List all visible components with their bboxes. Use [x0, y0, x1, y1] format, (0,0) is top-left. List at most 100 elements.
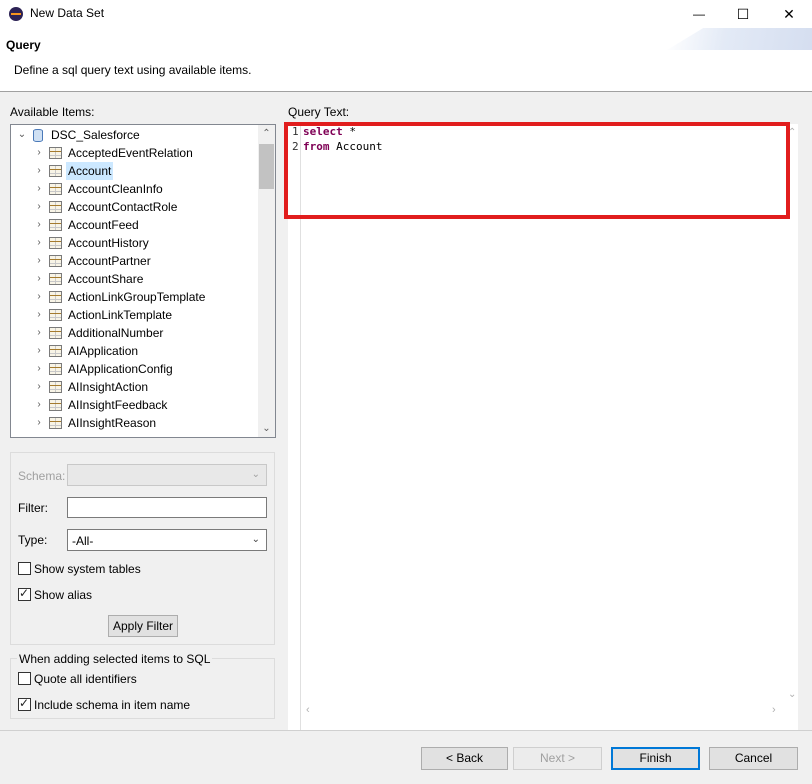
cancel-button[interactable]: Cancel	[709, 747, 798, 770]
quote-identifiers-label: Quote all identifiers	[34, 672, 137, 686]
chevron-right-icon[interactable]: ›	[34, 162, 44, 180]
include-schema-checkbox[interactable]	[18, 696, 31, 711]
tree-item-label: AIInsightFeedback	[68, 398, 168, 412]
tree-item[interactable]: › AIApplication	[11, 342, 259, 360]
tree-item-label: AccountPartner	[68, 254, 151, 268]
show-system-tables-label: Show system tables	[34, 562, 141, 576]
table-icon	[49, 345, 62, 357]
tree-item[interactable]: › AccountFeed	[11, 216, 259, 234]
chevron-right-icon[interactable]: ›	[34, 306, 44, 324]
sql-options-title: When adding selected items to SQL	[17, 652, 213, 666]
tree-item-label: AdditionalNumber	[68, 326, 164, 340]
query-text-label: Query Text:	[288, 105, 350, 119]
chevron-down-icon: ⌄	[251, 469, 260, 480]
header-banner-graphic	[667, 28, 812, 50]
chevron-right-icon[interactable]: ›	[34, 234, 44, 252]
eclipse-app-icon	[9, 7, 23, 21]
tree-item-label: AIInsightReason	[68, 416, 157, 430]
table-icon	[49, 309, 62, 321]
tree-item[interactable]: › AdditionalNumber	[11, 324, 259, 342]
scroll-right-icon[interactable]: ›	[772, 704, 776, 716]
chevron-down-icon[interactable]: ⌄	[17, 126, 27, 144]
tree-item-label: Account	[66, 162, 114, 180]
minimize-button[interactable]: —	[676, 0, 722, 28]
tree-item-label: ActionLinkTemplate	[68, 308, 173, 322]
scroll-down-icon[interactable]: ⌄	[258, 420, 275, 437]
chevron-right-icon[interactable]: ›	[34, 270, 44, 288]
tree-root-node[interactable]: ⌄ DSC_Salesforce	[11, 126, 259, 144]
schema-select: ⌄	[67, 464, 267, 486]
table-icon	[49, 327, 62, 339]
table-icon	[49, 219, 62, 231]
tree-root-label: DSC_Salesforce	[51, 128, 140, 142]
tree-item[interactable]: › AccountHistory	[11, 234, 259, 252]
tree-item[interactable]: › AIInsightAction	[11, 378, 259, 396]
filter-input[interactable]	[67, 497, 267, 518]
tree-item-label: AccountHistory	[68, 236, 149, 250]
tree-item[interactable]: › ActionLinkTemplate	[11, 306, 259, 324]
include-schema-label: Include schema in item name	[34, 698, 191, 712]
tree-item[interactable]: › AccountCleanInfo	[11, 180, 259, 198]
chevron-down-icon: ⌄	[251, 534, 260, 545]
chevron-right-icon[interactable]: ›	[34, 396, 44, 414]
tree-item-label: AcceptedEventRelation	[68, 146, 193, 160]
quote-identifiers-checkbox[interactable]	[18, 672, 31, 685]
back-button[interactable]: < Back	[421, 747, 508, 770]
tree-item-label: AccountShare	[68, 272, 144, 286]
tree-item[interactable]: › AIInsightReason	[11, 414, 259, 432]
scrollbar-thumb[interactable]	[259, 144, 274, 189]
table-icon	[49, 273, 62, 285]
chevron-right-icon[interactable]: ›	[34, 216, 44, 234]
close-button[interactable]: ✕	[766, 0, 812, 28]
tree-item[interactable]: › AccountShare	[11, 270, 259, 288]
tree-item-label: AIInsightAction	[68, 380, 149, 394]
wizard-header: Query Define a sql query text using avai…	[0, 28, 812, 92]
schema-label: Schema:	[18, 469, 66, 483]
page-title: Query	[6, 38, 41, 52]
highlight-annotation	[284, 122, 790, 219]
page-description: Define a sql query text using available …	[14, 63, 252, 77]
table-icon	[49, 399, 62, 411]
divider	[0, 730, 812, 731]
chevron-right-icon[interactable]: ›	[34, 252, 44, 270]
table-icon	[49, 381, 62, 393]
apply-filter-button[interactable]: Apply Filter	[108, 615, 178, 637]
show-alias-checkbox[interactable]	[18, 586, 31, 601]
tree-scrollbar[interactable]: ⌃ ⌄	[258, 125, 275, 437]
maximize-button[interactable]: ☐	[720, 0, 766, 28]
table-icon	[49, 201, 62, 213]
show-system-tables-checkbox[interactable]	[18, 562, 31, 575]
tree-item[interactable]: › AccountPartner	[11, 252, 259, 270]
available-items-tree[interactable]: ⌄ DSC_Salesforce › AcceptedEventRelation ›…	[10, 124, 276, 438]
show-alias-label: Show alias	[34, 588, 93, 602]
chevron-right-icon[interactable]: ›	[34, 198, 44, 216]
tree-item[interactable]: › Account	[11, 162, 259, 180]
tree-item-label: AIApplicationConfig	[68, 362, 173, 376]
table-icon	[49, 237, 62, 249]
chevron-right-icon[interactable]: ›	[34, 342, 44, 360]
chevron-right-icon[interactable]: ›	[34, 378, 44, 396]
tree-item-label: ActionLinkGroupTemplate	[68, 290, 206, 304]
chevron-right-icon[interactable]: ›	[34, 414, 44, 432]
next-button[interactable]: Next >	[513, 747, 602, 770]
tree-item[interactable]: › AIInsightFeedback	[11, 396, 259, 414]
tree-item-label: AccountCleanInfo	[68, 182, 163, 196]
scroll-left-icon[interactable]: ‹	[306, 704, 310, 716]
table-icon	[49, 417, 62, 429]
tree-item[interactable]: › AcceptedEventRelation	[11, 144, 259, 162]
tree-item[interactable]: › AIApplicationConfig	[11, 360, 259, 378]
chevron-right-icon[interactable]: ›	[34, 288, 44, 306]
chevron-right-icon[interactable]: ›	[34, 144, 44, 162]
tree-item[interactable]: › ActionLinkGroupTemplate	[11, 288, 259, 306]
finish-button[interactable]: Finish	[611, 747, 700, 770]
scroll-up-icon[interactable]: ⌃	[258, 125, 275, 142]
chevron-right-icon[interactable]: ›	[34, 324, 44, 342]
chevron-right-icon[interactable]: ›	[34, 180, 44, 198]
type-select[interactable]: -All- ⌄	[67, 529, 267, 551]
tree-item[interactable]: › AccountContactRole	[11, 198, 259, 216]
scroll-down-icon[interactable]: ⌄	[788, 689, 796, 700]
table-icon	[49, 165, 62, 177]
chevron-right-icon[interactable]: ›	[34, 360, 44, 378]
available-items-label: Available Items:	[10, 105, 95, 119]
database-icon	[33, 129, 43, 142]
